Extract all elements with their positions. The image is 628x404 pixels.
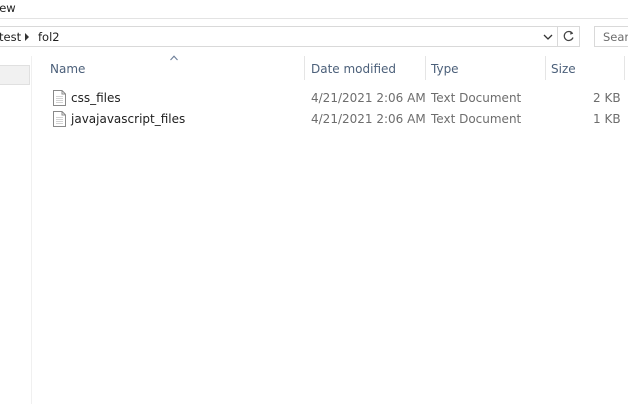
column-header-size-label: Size <box>551 62 576 76</box>
ribbon-divider <box>0 18 628 19</box>
column-divider[interactable] <box>624 56 625 80</box>
ribbon: iew <box>0 0 628 18</box>
refresh-button[interactable] <box>557 27 580 46</box>
search-box[interactable]: Searc <box>594 26 628 47</box>
file-row[interactable]: javajavascript_files 4/21/2021 2:06 AM T… <box>49 109 628 129</box>
file-date-modified: 4/21/2021 2:06 AM <box>311 91 426 105</box>
nav-pane-selected-item[interactable] <box>0 65 30 85</box>
text-file-icon <box>53 90 66 106</box>
chevron-right-icon[interactable] <box>22 31 32 43</box>
column-header-name-label: Name <box>50 62 86 76</box>
file-date-modified: 4/21/2021 2:06 AM <box>311 112 426 126</box>
column-header-date-modified-label: Date modified <box>311 62 397 76</box>
file-name: css_files <box>71 91 121 105</box>
navigation-pane <box>0 56 32 404</box>
column-header-type-label: Type <box>431 62 459 76</box>
breadcrumb-test[interactable]: test <box>0 30 21 44</box>
file-size: 2 KB <box>593 91 621 105</box>
file-type: Text Document <box>431 91 522 105</box>
ribbon-tab-view[interactable]: iew <box>0 1 16 15</box>
column-header-date-modified[interactable]: Date modified <box>305 56 426 80</box>
file-row[interactable]: css_files 4/21/2021 2:06 AM Text Documen… <box>49 88 628 108</box>
file-type: Text Document <box>431 112 522 126</box>
column-header-name[interactable]: Name <box>49 56 304 80</box>
breadcrumb-fol2[interactable]: fol2 <box>38 30 60 44</box>
file-name: javajavascript_files <box>71 112 186 126</box>
file-size: 1 KB <box>593 112 621 126</box>
refresh-icon <box>563 30 574 42</box>
column-header-type[interactable]: Type <box>426 56 545 80</box>
text-file-icon <box>53 111 66 127</box>
search-placeholder: Searc <box>603 30 628 44</box>
column-header-size[interactable]: Size <box>546 56 624 80</box>
chevron-down-icon[interactable] <box>539 29 557 45</box>
address-bar[interactable]: test fol2 <box>0 26 580 47</box>
